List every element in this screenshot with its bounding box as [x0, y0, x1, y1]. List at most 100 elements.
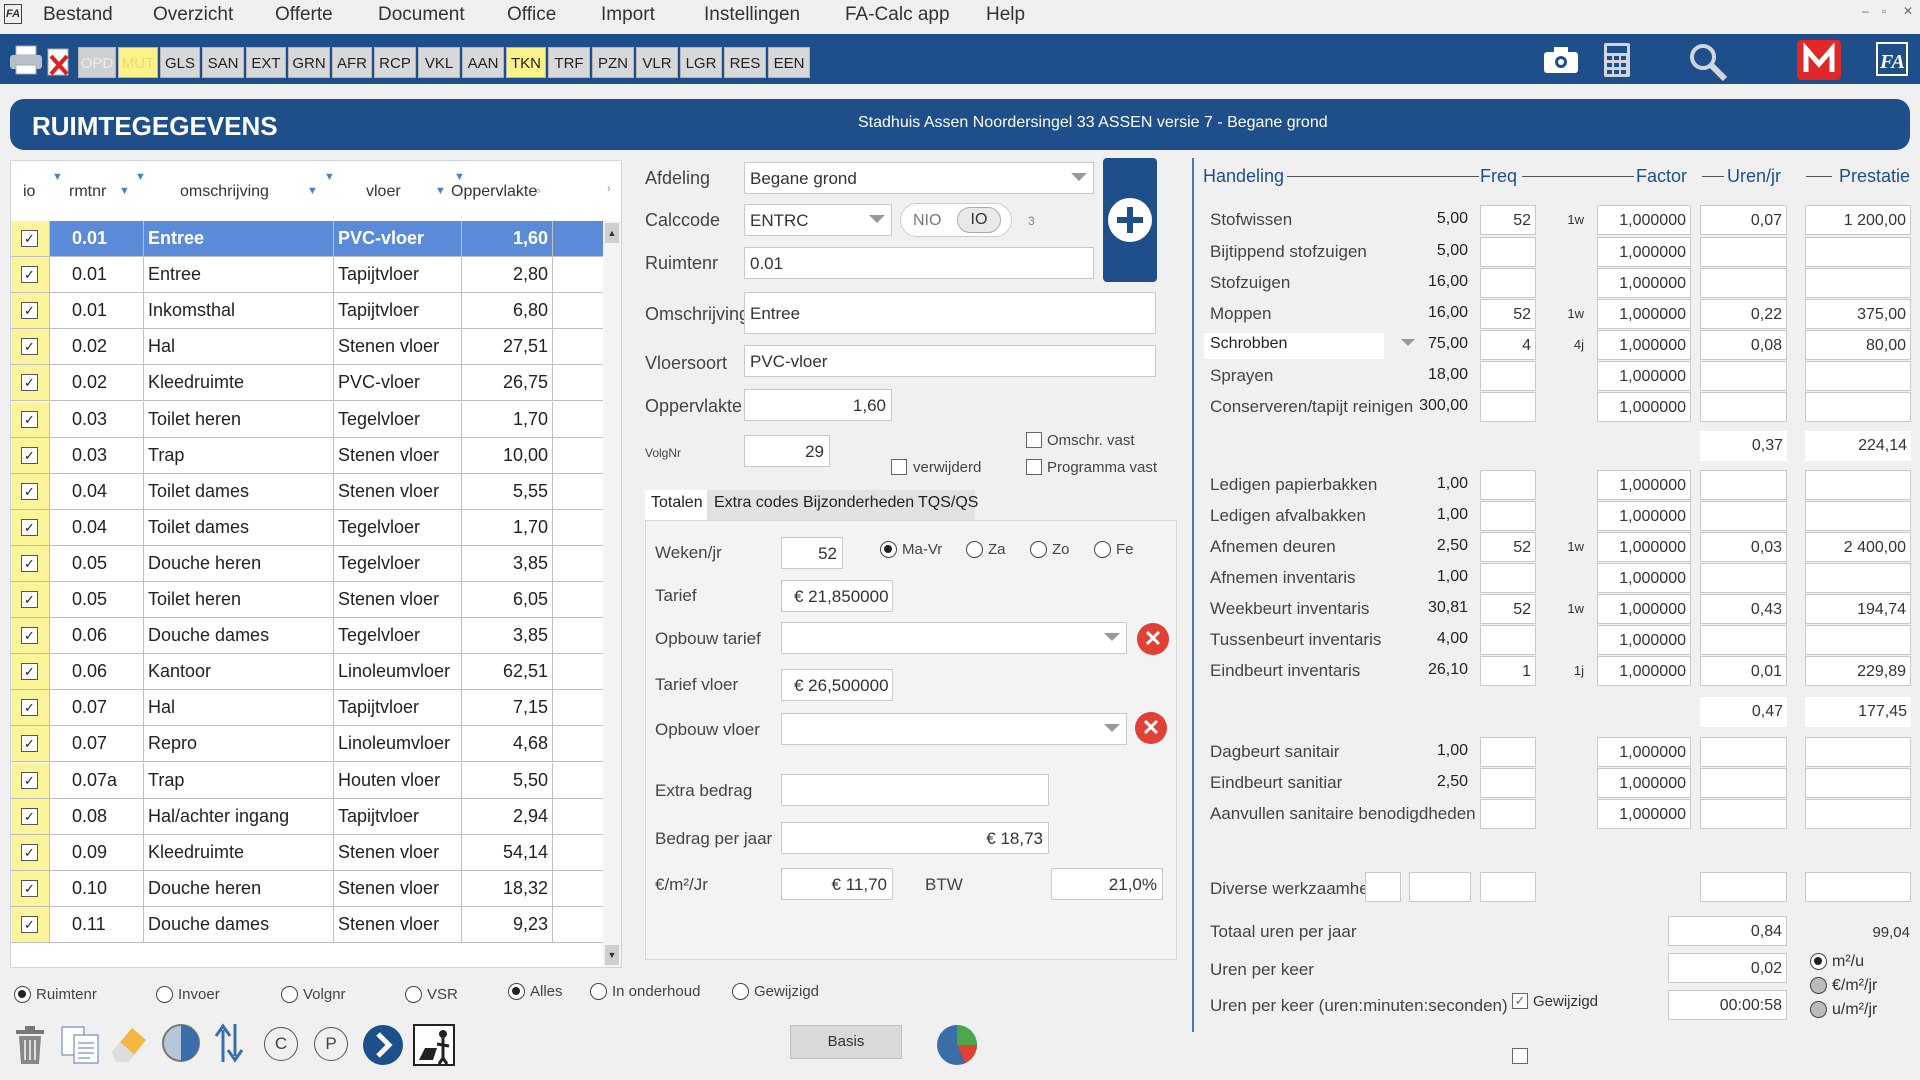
table-row[interactable]: ✓ 0.05 Douche heren Tegelvloer 3,85 [11, 545, 603, 582]
radio-za[interactable] [966, 541, 983, 558]
row-checkbox[interactable]: ✓ [21, 518, 38, 536]
column-header-omschrijving[interactable]: omschrijving [180, 183, 269, 201]
filter-radio-gewijzigd[interactable] [732, 983, 749, 1000]
column-header-oppervlakte[interactable]: Oppervlakte [451, 183, 547, 201]
weken-input[interactable]: 52 [781, 537, 843, 569]
pie-chart-color-icon[interactable] [935, 1023, 979, 1067]
factor-input[interactable]: 1,000000 [1597, 768, 1691, 798]
sort-icon[interactable]: ▼ [135, 171, 146, 183]
row-checkbox[interactable]: ✓ [21, 771, 38, 789]
freq-input[interactable] [1480, 268, 1536, 298]
factor-input[interactable]: 1,000000 [1597, 594, 1691, 624]
tab-extra-codes[interactable]: Extra codes [714, 494, 798, 512]
btw-value[interactable]: 21,0% [1051, 868, 1163, 900]
menu-overzicht[interactable]: Overzicht [153, 4, 233, 26]
factor-input[interactable]: 1,000000 [1597, 563, 1691, 593]
module-tkn[interactable]: TKN [506, 47, 546, 78]
calccode-select[interactable]: ENTRC [744, 204, 892, 236]
table-row[interactable]: ✓ 0.07 Repro Linoleumvloer 4,68 [11, 726, 603, 763]
row-checkbox[interactable]: ✓ [21, 591, 38, 608]
verwijderd-checkbox[interactable] [891, 459, 907, 475]
row-checkbox[interactable]: ✓ [21, 338, 38, 356]
row-checkbox[interactable]: ✓ [21, 446, 38, 464]
freq-input[interactable] [1480, 501, 1536, 531]
factor-input[interactable]: 1,000000 [1597, 330, 1691, 360]
table-row[interactable]: ✓ 0.04 Toilet dames Stenen vloer 5,55 [11, 473, 603, 510]
row-checkbox[interactable]: ✓ [21, 915, 38, 933]
omschr-vast-checkbox[interactable] [1026, 432, 1042, 448]
row-checkbox[interactable]: ✓ [21, 807, 38, 825]
table-row[interactable]: ✓ 0.06 Douche dames Tegelvloer 3,85 [11, 618, 603, 655]
maximize-icon[interactable]: ▫ [1882, 4, 1886, 18]
clear-opbouw-vloer-icon[interactable]: ✕ [1135, 712, 1167, 744]
factor-input[interactable]: 1,000000 [1597, 737, 1691, 767]
io-option[interactable]: IO [957, 207, 1001, 233]
row-checkbox[interactable]: ✓ [21, 627, 38, 645]
row-checkbox[interactable]: ✓ [21, 735, 38, 753]
menu-instellingen[interactable]: Instellingen [704, 4, 800, 26]
freq-input[interactable]: 4 [1480, 330, 1536, 360]
sort-icon[interactable]: ▼ [454, 171, 465, 183]
calculator-icon[interactable] [1603, 42, 1631, 78]
row-checkbox[interactable]: ✓ [21, 482, 38, 500]
module-gls[interactable]: GLS [160, 47, 200, 78]
freq-input[interactable]: 52 [1480, 532, 1536, 562]
diverse-freq-input[interactable] [1409, 872, 1471, 902]
basis-button[interactable]: Basis [790, 1025, 902, 1059]
table-row[interactable]: ✓ 0.06 Kantoor Linoleumvloer 62,51 [11, 654, 603, 691]
printer-icon[interactable] [8, 44, 44, 76]
filter-icon[interactable]: ▼ [119, 185, 130, 197]
module-trf[interactable]: TRF [548, 47, 590, 78]
module-een[interactable]: EEN [768, 47, 810, 78]
radio-ma-vr[interactable] [880, 541, 897, 558]
freq-input[interactable] [1480, 361, 1536, 391]
row-checkbox[interactable]: ✓ [21, 699, 38, 717]
search-icon[interactable] [1688, 42, 1728, 82]
cleaner-icon[interactable] [413, 1024, 455, 1066]
freq-input[interactable] [1480, 470, 1536, 500]
sort-radio-ruimtenr[interactable] [14, 986, 31, 1003]
sort-icon[interactable]: ▼ [324, 171, 335, 183]
freq-input[interactable] [1480, 625, 1536, 655]
handeling-name[interactable]: Schrobben [1210, 335, 1287, 353]
tab-tqs-qs[interactable]: TQS/QS [918, 494, 978, 512]
module-afr[interactable]: AFR [332, 47, 372, 78]
table-row[interactable]: ✓ 0.07a Trap Houten vloer 5,50 [11, 762, 603, 799]
table-row[interactable]: ✓ 0.01 Inkomsthal Tapijtvloer 6,80 [11, 293, 603, 330]
row-checkbox[interactable]: ✓ [21, 266, 38, 284]
diverse-prestatie-input[interactable] [1805, 872, 1911, 902]
filter-icon[interactable]: ▼ [307, 185, 318, 197]
unit-radio-u-m2-jr[interactable] [1810, 1001, 1827, 1018]
opbouw-tarief-select[interactable] [781, 622, 1127, 654]
documents-icon[interactable] [60, 1025, 102, 1065]
nio-io-toggle[interactable]: NIO IO [900, 203, 1012, 237]
sort-radio-volgnr[interactable] [281, 986, 298, 1003]
row-checkbox[interactable]: ✓ [21, 843, 38, 861]
menu-help[interactable]: Help [986, 4, 1025, 26]
filter-radio-in-onderhoud[interactable] [590, 983, 607, 1000]
diverse-input[interactable] [1365, 872, 1401, 902]
row-checkbox[interactable]: ✓ [21, 374, 38, 392]
table-row[interactable]: ✓ 0.07 Hal Tapijtvloer 7,15 [11, 690, 603, 727]
sort-radio-vsr[interactable] [405, 986, 422, 1003]
unit-radio-eur-m2-jr[interactable] [1810, 977, 1827, 994]
module-grn[interactable]: GRN [288, 47, 330, 78]
add-room-button[interactable] [1103, 158, 1157, 282]
module-mut[interactable]: MUT [118, 47, 158, 78]
next-arrow-icon[interactable] [362, 1024, 404, 1066]
module-pzn[interactable]: PZN [592, 47, 634, 78]
table-row[interactable]: ✓ 0.03 Toilet heren Tegelvloer 1,70 [11, 401, 603, 438]
row-checkbox[interactable]: ✓ [21, 410, 38, 428]
factor-input[interactable]: 1,000000 [1597, 501, 1691, 531]
table-row[interactable]: ✓ 0.03 Trap Stenen vloer 10,00 [11, 437, 603, 474]
table-row[interactable]: ✓ 0.05 Toilet heren Stenen vloer 6,05 [11, 582, 603, 618]
table-row[interactable]: ✓ 0.02 Kleedruimte PVC-vloer 26,75 [11, 365, 603, 402]
scroll-down-icon[interactable]: ▼ [605, 945, 619, 965]
factor-input[interactable]: 1,000000 [1597, 470, 1691, 500]
table-row[interactable]: ✓ 0.10 Douche heren Stenen vloer 18,32 [11, 870, 603, 907]
factor-input[interactable]: 1,000000 [1597, 268, 1691, 298]
delete-document-icon[interactable] [46, 48, 72, 78]
factor-input[interactable]: 1,000000 [1597, 299, 1691, 329]
row-checkbox[interactable]: ✓ [21, 230, 38, 247]
search-icon[interactable]: ⌕ [535, 185, 541, 198]
